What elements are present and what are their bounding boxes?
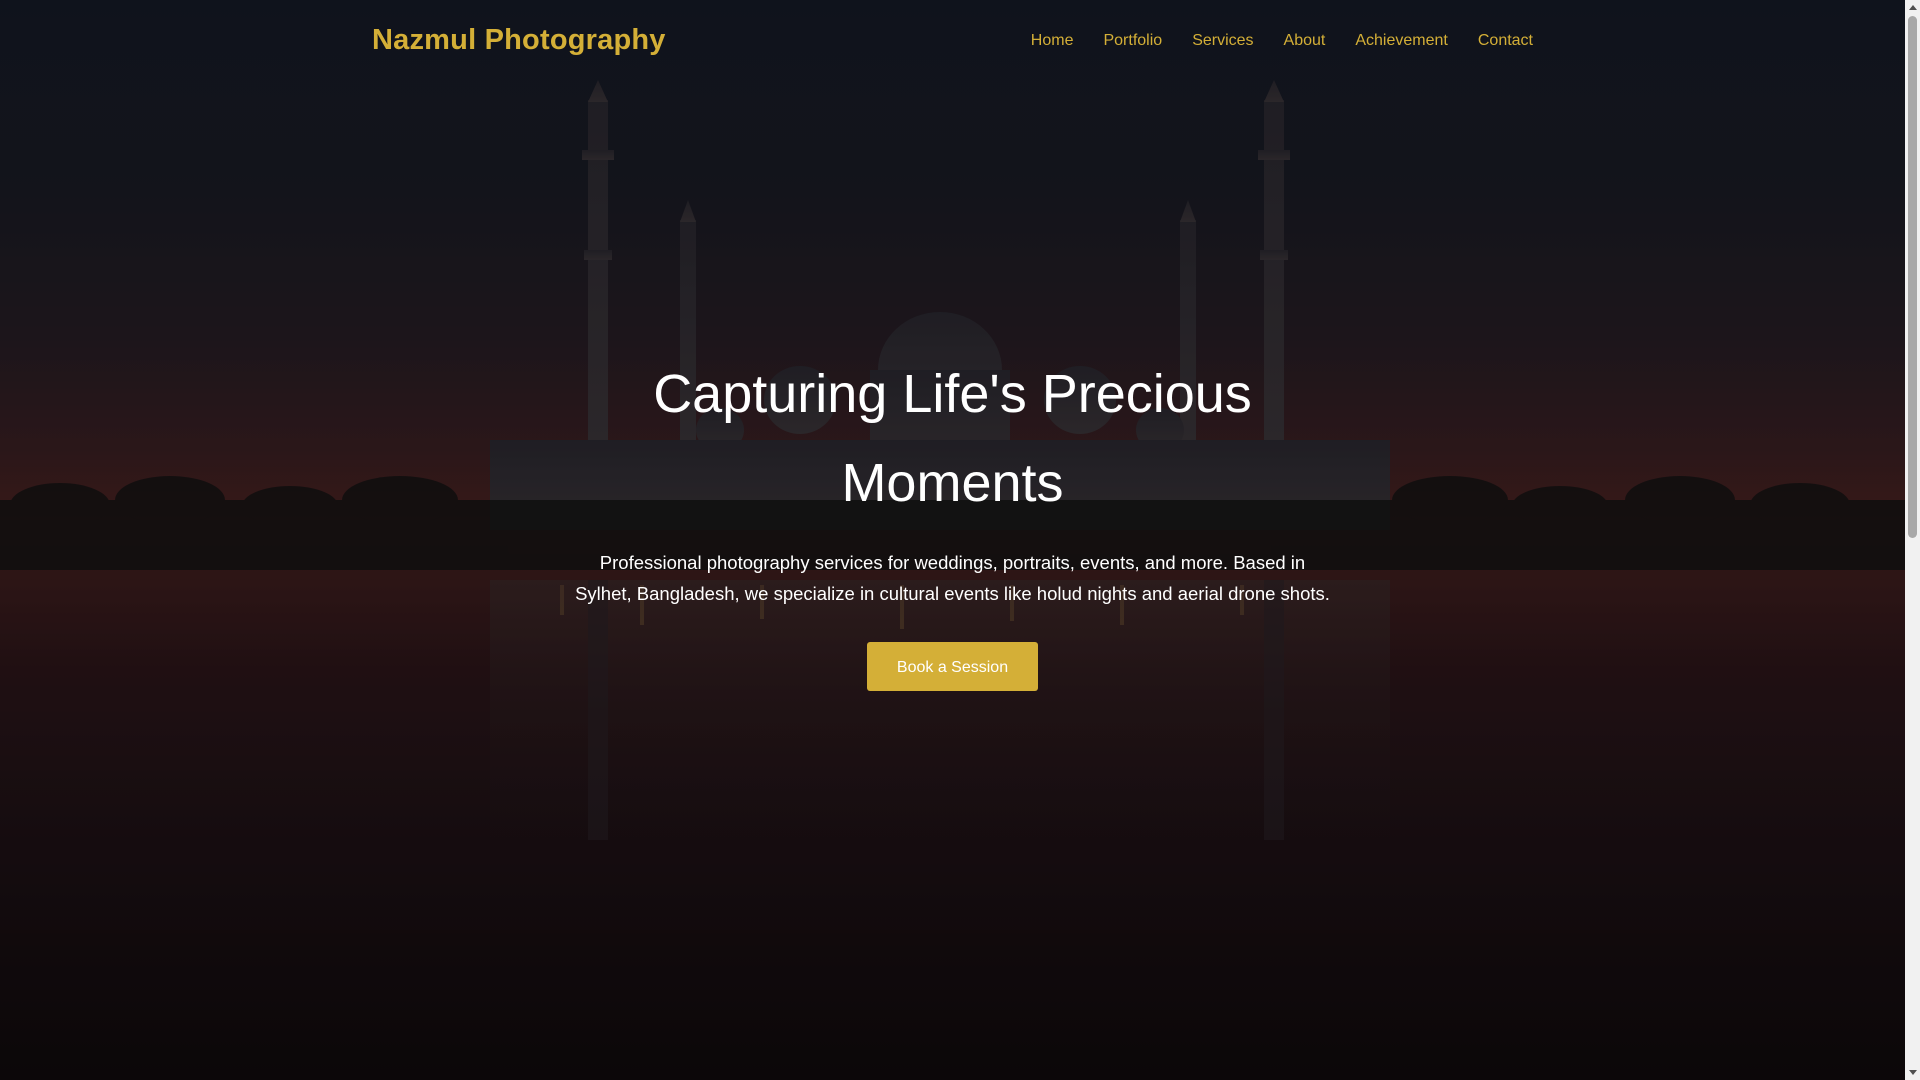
page-viewport: Nazmul Photography Home Portfolio Servic… (0, 0, 1905, 1080)
nav-item-achievement: Achievement (1355, 32, 1448, 50)
scrollbar-thumb[interactable] (1908, 16, 1917, 538)
navbar: Nazmul Photography Home Portfolio Servic… (0, 0, 1905, 86)
nav-link-about[interactable]: About (1284, 32, 1326, 49)
vertical-scrollbar[interactable] (1905, 0, 1920, 1080)
hero-title: Capturing Life's Precious Moments (653, 364, 1252, 513)
nav-link-achievement[interactable]: Achievement (1355, 32, 1448, 49)
scroll-up-arrow-icon[interactable] (1905, 0, 1920, 15)
nav-link-services[interactable]: Services (1192, 32, 1253, 49)
brand-logo-link[interactable]: Nazmul Photography (372, 24, 666, 57)
nav-link-portfolio[interactable]: Portfolio (1103, 32, 1162, 49)
nav-link-home[interactable]: Home (1031, 32, 1074, 49)
scroll-down-arrow-icon[interactable] (1905, 1065, 1920, 1080)
nav-item-portfolio: Portfolio (1103, 32, 1162, 50)
nav-item-contact: Contact (1478, 32, 1533, 50)
nav-link-contact[interactable]: Contact (1478, 32, 1533, 49)
nav-item-home: Home (1031, 32, 1074, 50)
hero-section: Capturing Life's Precious Moments Profes… (0, 350, 1905, 691)
nav-item-services: Services (1192, 32, 1253, 50)
nav-item-about: About (1284, 32, 1326, 50)
hero-description: Professional photography services for we… (575, 552, 1330, 604)
nav-menu: Home Portfolio Services About Achievemen… (1031, 32, 1533, 50)
book-session-button[interactable]: Book a Session (867, 642, 1038, 691)
